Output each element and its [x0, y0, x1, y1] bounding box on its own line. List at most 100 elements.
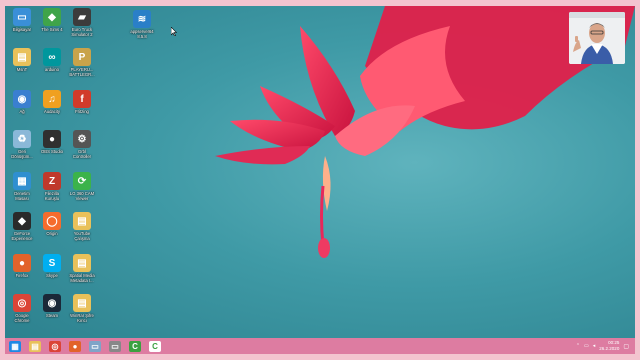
app-icon: ◆	[43, 8, 61, 26]
desktop-icon-label: PLAYERU... BATTLEGR...	[69, 67, 95, 77]
desktop-icon-label: The Sims 4	[41, 27, 63, 32]
desktop-icon[interactable]: ● OBS Studio	[37, 130, 67, 154]
taskbar-chrome-button[interactable]: ◎	[45, 338, 65, 354]
desktop-icon-label: LG 360 CAM Viewer	[69, 191, 95, 201]
taskbar: ▦ ▤ ◎ ● ▭ ▭ C C	[5, 338, 635, 354]
desktop-icon-label: OBS Studio	[41, 149, 63, 154]
app-icon: ♫	[43, 90, 61, 108]
desktop-icon-label: GeForce Experience	[11, 231, 33, 241]
desktop-icon-label: Denetim Masası	[14, 191, 30, 201]
desktop-icon-label: Firefox	[15, 273, 29, 278]
desktop-icon[interactable]: f Fritzing	[67, 90, 97, 114]
desktop-icon[interactable]: ▭ Bilgisayar	[7, 8, 37, 32]
desktop-icon-label: Euro Truck Simulator 2	[71, 27, 93, 37]
desktop-icon[interactable]: S Skype	[37, 254, 67, 278]
file-explorer-icon: ▤	[29, 340, 41, 352]
desktop-icon-label: Skype	[46, 273, 58, 278]
app-icon: ◉	[13, 90, 31, 108]
app-icon: ⚙	[73, 130, 91, 148]
desktop-icon[interactable]: ⚙ Grbl Controller	[67, 130, 97, 159]
app-icon: ▤	[13, 48, 31, 66]
desktop-icon[interactable]: ⟳ LG 360 CAM Viewer	[67, 172, 97, 201]
app-icon: P	[73, 48, 91, 66]
desktop-screen: ▭ Bilgisayar ▤ MsnT ◉ Ağ ♻ Geri Dönüşüm... ▦ Dene…	[5, 6, 635, 354]
app-icon: ≋	[133, 10, 151, 28]
desktop-icon[interactable]: ◯ Origin	[37, 212, 67, 236]
desktop-icon[interactable]: ♻ Geri Dönüşüm...	[7, 130, 37, 159]
app-icon: ◯	[43, 212, 61, 230]
clock[interactable]: 00:25 26.2.2020	[599, 340, 619, 352]
volume-icon[interactable]: ◂	[593, 343, 596, 349]
desktop-icon[interactable]: ▤ Spatial Media Metadata I...	[67, 254, 97, 283]
desktop-icon-label: WinRar Şifre Kırıcı	[70, 313, 94, 323]
firefox-icon: ●	[69, 340, 81, 352]
taskbar-camtasia-green-button[interactable]: C	[125, 338, 145, 354]
desktop-icon-label: Spatial Media Metadata I...	[69, 273, 95, 283]
flower-wallpaper	[215, 6, 635, 258]
taskbar-app-window-button[interactable]: ▭	[85, 338, 105, 354]
desktop-icon[interactable]: ▦ Denetim Masası	[7, 172, 37, 201]
taskbar-file-explorer-button[interactable]: ▤	[25, 338, 45, 354]
desktop-icon-label: Filezilla Kuruşlu	[44, 191, 60, 201]
up-arrow-icon[interactable]: ⌃	[576, 343, 580, 349]
desktop-icon-label: YouTube Çalışma	[73, 231, 91, 241]
desktop-icon[interactable]: ▤ WinRar Şifre Kırıcı	[67, 294, 97, 323]
start-icon: ▦	[9, 340, 21, 352]
app-icon: ⟳	[73, 172, 91, 190]
desktop-icon[interactable]: Z Filezilla Kuruşlu	[37, 172, 67, 201]
desktop-icon-label: Steam	[45, 313, 59, 318]
app-icon: S	[43, 254, 61, 272]
desktop-icon[interactable]: ◆ The Sims 4	[37, 8, 67, 32]
app-icon: Z	[43, 172, 61, 190]
app-icon: f	[73, 90, 91, 108]
desktop-icon-label: Fritzing	[75, 109, 89, 114]
app-icon: ▰	[73, 8, 91, 26]
chrome-icon: ◎	[49, 340, 61, 352]
desktop-icon[interactable]: ≋ appserver64 8.5.8	[127, 10, 157, 39]
network-icon[interactable]: ▭	[584, 343, 589, 349]
desktop-icon-label: Geri Dönüşüm...	[11, 149, 33, 159]
desktop-icon-label: Origin	[46, 231, 58, 236]
desktop-icon[interactable]: ◉ Ağ	[7, 90, 37, 114]
app-icon: ∞	[43, 48, 61, 66]
app-icon: ◎	[13, 294, 31, 312]
taskbar-firefox-button[interactable]: ●	[65, 338, 85, 354]
mouse-cursor-icon	[171, 27, 177, 36]
desktop-icon[interactable]: ▰ Euro Truck Simulator 2	[67, 8, 97, 37]
desktop-icon[interactable]: ● Firefox	[7, 254, 37, 278]
camtasia-white-icon: C	[149, 340, 161, 352]
desktop-icon-label: Audacity	[43, 109, 61, 114]
app-icon: ◉	[43, 294, 61, 312]
desktop-icon[interactable]: P PLAYERU... BATTLEGR...	[67, 48, 97, 77]
system-tray: ⌃ ▭ ◂ 00:25 26.2.2020 ▢	[576, 340, 629, 352]
webcam-overlay	[569, 12, 625, 64]
app-icon: ▤	[73, 254, 91, 272]
desktop-icon[interactable]: ∞ arduino	[37, 48, 67, 72]
taskbar-start-button[interactable]: ▦	[5, 338, 25, 354]
desktop-icon-label: appserver64 8.5.8	[130, 29, 154, 39]
taskbar-app-grey-button[interactable]: ▭	[105, 338, 125, 354]
app-icon: ●	[43, 130, 61, 148]
app-icon: ●	[13, 254, 31, 272]
desktop-icon-label: Bilgisayar	[12, 27, 32, 32]
desktop-icon-label: Grbl Controller	[72, 149, 92, 159]
clock-date: 26.2.2020	[599, 346, 620, 351]
desktop-icon-label: MsnT	[16, 67, 28, 72]
desktop-icon[interactable]: ◉ Steam	[37, 294, 67, 318]
desktop-icon[interactable]: ◆ GeForce Experience	[7, 212, 37, 241]
desktop-icon[interactable]: ♫ Audacity	[37, 90, 67, 114]
app-window-icon: ▭	[89, 340, 101, 352]
app-icon: ▦	[13, 172, 31, 190]
desktop-icon[interactable]: ▤ MsnT	[7, 48, 37, 72]
desktop-icon-label: arduino	[45, 67, 59, 72]
app-icon: ▤	[73, 294, 91, 312]
presenter-image	[569, 12, 625, 64]
desktop-icon[interactable]: ◎ Google Chrome	[7, 294, 37, 323]
app-icon: ◆	[13, 212, 31, 230]
taskbar-camtasia-white-button[interactable]: C	[145, 338, 165, 354]
notification-icon[interactable]: ▢	[623, 343, 629, 350]
app-icon: ▭	[13, 8, 31, 26]
desktop-icon[interactable]: ▤ YouTube Çalışma	[67, 212, 97, 241]
app-icon: ♻	[13, 130, 31, 148]
camtasia-green-icon: C	[129, 340, 141, 352]
